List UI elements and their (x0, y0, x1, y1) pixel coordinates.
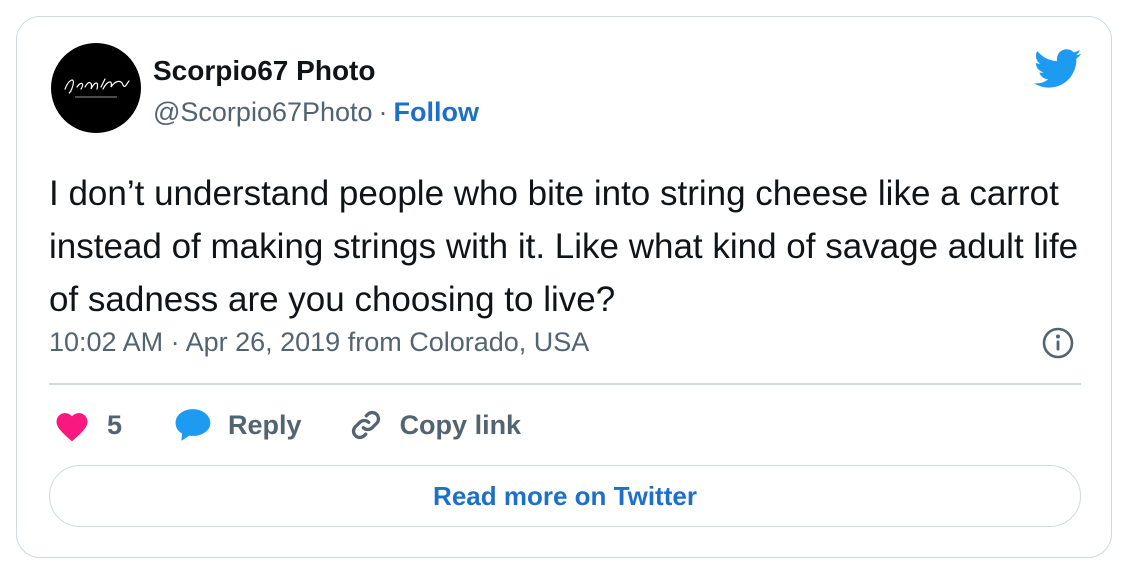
author-name[interactable]: Scorpio67 Photo (153, 55, 375, 87)
like-count: 5 (107, 409, 123, 440)
author-handle-line: @Scorpio67Photo · Follow (153, 97, 479, 128)
avatar[interactable] (51, 43, 141, 133)
separator-dot: · (378, 97, 388, 127)
tweet-text: I don’t understand people who bite into … (49, 174, 1079, 319)
divider (49, 383, 1081, 385)
tweet-card: Scorpio67 Photo @Scorpio67Photo · Follow I… (16, 16, 1112, 558)
reply-label: Reply (228, 409, 302, 440)
action-bar: 5 Reply Copy link (53, 405, 521, 445)
speech-bubble-icon (175, 409, 211, 441)
copy-link-button[interactable]: Copy link (348, 407, 522, 443)
reply-button[interactable]: Reply (174, 407, 302, 443)
info-icon[interactable] (1041, 326, 1075, 360)
link-icon (351, 410, 380, 440)
heart-icon (56, 413, 88, 442)
like-button[interactable]: 5 (53, 408, 122, 442)
tweet-timestamp[interactable]: 10:02 AM · Apr 26, 2019 from Colorado, U… (49, 327, 589, 358)
copy-link-label: Copy link (399, 409, 522, 440)
avatar-logo (64, 78, 130, 98)
follow-button[interactable]: Follow (394, 97, 479, 127)
twitter-bird-icon[interactable] (1033, 49, 1083, 89)
author-handle[interactable]: @Scorpio67Photo (153, 97, 373, 127)
read-more-button[interactable]: Read more on Twitter (49, 465, 1081, 527)
